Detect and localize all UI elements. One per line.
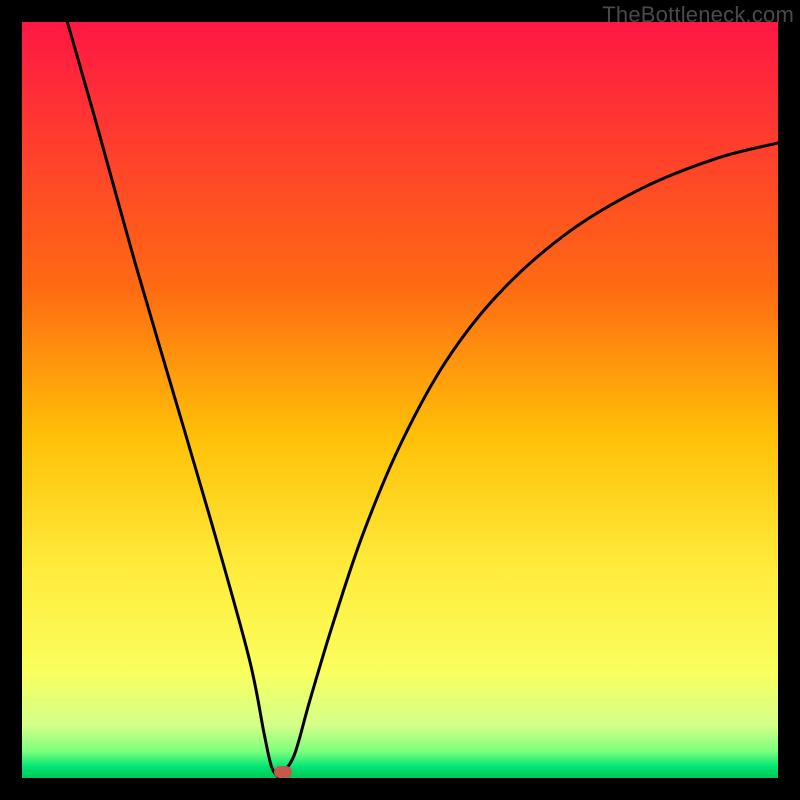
- optimum-marker: [274, 766, 292, 778]
- watermark-text: TheBottleneck.com: [602, 2, 794, 28]
- chart-frame: [22, 22, 778, 778]
- chart-plot: [22, 22, 778, 778]
- gradient-background: [22, 22, 778, 778]
